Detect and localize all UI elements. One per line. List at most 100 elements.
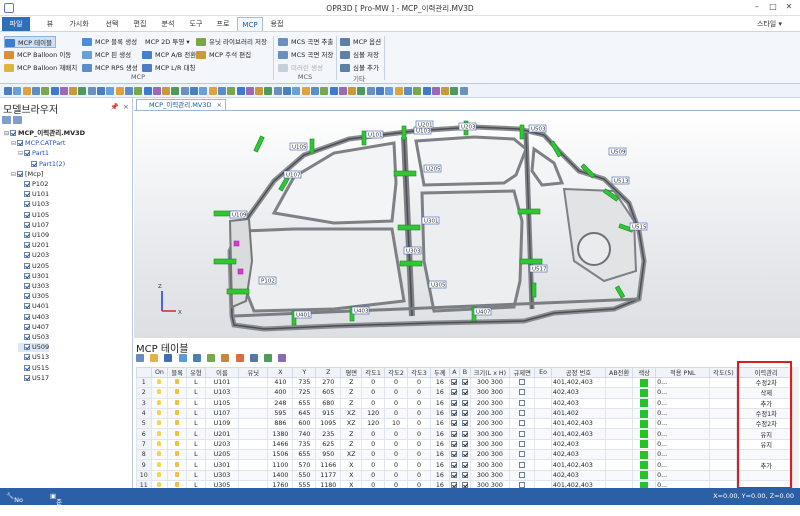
view-tool-icon[interactable] <box>115 87 124 95</box>
table-cell[interactable]: U303 <box>204 469 240 481</box>
tree-node[interactable]: U301 <box>18 272 49 281</box>
block-cell[interactable] <box>167 438 188 451</box>
table-cell[interactable]: 735 <box>292 376 317 389</box>
row-number[interactable]: 6 <box>136 428 152 440</box>
lock-icon[interactable] <box>175 451 180 457</box>
view-tool-icon[interactable] <box>143 87 152 95</box>
mcp-block[interactable] <box>401 125 407 141</box>
tree-node[interactable]: ⊟ MCP.CATPart <box>11 139 65 148</box>
table-cell[interactable]: 645 <box>292 407 317 420</box>
visibility-checkbox[interactable] <box>24 374 30 381</box>
process-number[interactable]: 402,403 <box>550 387 607 399</box>
b-checkbox[interactable] <box>461 389 468 396</box>
regulation-checkbox[interactable] <box>519 399 526 406</box>
table-cell[interactable] <box>534 407 552 420</box>
settings-icon[interactable] <box>278 354 287 362</box>
b-checkbox-cell[interactable] <box>459 418 471 430</box>
b-checkbox[interactable] <box>461 379 468 386</box>
table-cell[interactable]: 950 <box>315 449 342 461</box>
mcp-block[interactable] <box>519 124 525 140</box>
mcp-table[interactable]: On 블록 유형 이름 유닛 X Y Z 평면 각도1 각도2 각도3 두께 A B 크기(L x H) 규제면… <box>136 367 796 492</box>
table-cell[interactable]: 400 <box>267 387 294 399</box>
a-checkbox-cell[interactable] <box>448 387 461 399</box>
visibility-checkbox[interactable] <box>24 211 30 218</box>
row-number[interactable]: 5 <box>136 418 152 430</box>
table-cell[interactable]: U105 <box>204 397 240 409</box>
lock-icon[interactable] <box>175 471 180 477</box>
view-tool-icon[interactable] <box>69 87 78 95</box>
tree-node[interactable]: U107 <box>18 221 49 230</box>
b-checkbox-cell[interactable] <box>459 438 471 451</box>
view-tool-icon[interactable] <box>162 87 171 95</box>
table-cell[interactable]: Z <box>340 428 363 440</box>
table-cell[interactable]: 0 <box>384 397 409 409</box>
table-row[interactable]: 9 L U301 1100 570 1166 X 0 0 0 16 300 300 401,402,40… <box>136 459 796 471</box>
table-cell[interactable]: X <box>340 469 363 481</box>
table-cell[interactable]: 915 <box>315 407 342 420</box>
table-cell[interactable]: 0 <box>361 387 386 399</box>
row-number[interactable]: 3 <box>136 397 152 409</box>
view-tool-icon[interactable] <box>283 87 291 95</box>
column-header[interactable]: 두께 <box>429 367 450 378</box>
on-cell[interactable] <box>150 428 169 440</box>
b-checkbox[interactable] <box>461 420 468 427</box>
mcp-balloon-move-button[interactable]: MCP Balloon 이동 <box>4 49 71 61</box>
a-checkbox-cell[interactable] <box>448 459 461 471</box>
b-checkbox-cell[interactable] <box>459 397 471 409</box>
regulation-cell[interactable] <box>509 387 536 399</box>
color-cell[interactable] <box>632 428 657 440</box>
view-tool-icon[interactable] <box>422 87 431 95</box>
b-checkbox-cell[interactable] <box>459 376 471 389</box>
table-cell[interactable]: XZ <box>340 418 363 430</box>
table-cell[interactable] <box>534 469 552 481</box>
regulation-cell[interactable] <box>509 418 536 430</box>
color-cell[interactable] <box>632 418 657 430</box>
pnl-cell[interactable]: 0... <box>655 418 711 430</box>
table-cell[interactable]: L <box>186 397 206 409</box>
a-checkbox-cell[interactable] <box>448 397 461 409</box>
tree-node[interactable]: U503 <box>18 333 49 342</box>
view-tool-icon[interactable] <box>245 87 254 95</box>
table-cell[interactable] <box>709 428 738 440</box>
on-cell[interactable] <box>150 407 169 420</box>
mcp-pin[interactable] <box>237 268 244 275</box>
view-tool-icon[interactable] <box>431 87 440 95</box>
column-header[interactable]: 유형 <box>186 367 206 378</box>
tab-mcp[interactable]: MCP <box>237 17 263 31</box>
table-cell[interactable]: U203 <box>204 438 240 451</box>
tab-analysis[interactable]: 분석 <box>156 17 180 31</box>
a-checkbox[interactable] <box>451 420 458 427</box>
tab-tools[interactable]: 도구 <box>184 17 208 31</box>
table-cell[interactable]: U109 <box>204 418 240 430</box>
view-tool-icon[interactable] <box>4 87 12 95</box>
table-cell[interactable]: 16 <box>429 407 450 420</box>
table-cell[interactable]: 0 <box>361 459 386 471</box>
view-tool-icon[interactable] <box>292 87 301 95</box>
table-cell[interactable] <box>534 459 552 471</box>
table-cell[interactable]: 16 <box>429 376 450 389</box>
lock-icon[interactable] <box>175 430 180 436</box>
table-cell[interactable] <box>709 376 738 389</box>
view-tool-icon[interactable] <box>320 87 329 95</box>
table-cell[interactable]: 886 <box>267 418 294 430</box>
size-cell[interactable]: 300 300 <box>469 469 511 481</box>
row-number[interactable]: 1 <box>136 376 152 389</box>
minimize-button[interactable]: – <box>750 2 764 13</box>
table-cell[interactable]: 0 <box>384 407 409 420</box>
table-scrollbar[interactable] <box>792 367 799 488</box>
color-swatch[interactable] <box>639 409 648 418</box>
table-cell[interactable]: 0 <box>407 449 431 461</box>
visibility-checkbox[interactable] <box>24 201 30 208</box>
table-cell[interactable]: 16 <box>429 449 450 461</box>
a-checkbox-cell[interactable] <box>448 438 461 451</box>
view-tool-icon[interactable] <box>31 87 40 95</box>
column-header[interactable]: 크기(L x H) <box>469 367 511 378</box>
symbol-save-button[interactable]: 심볼 저장 <box>340 49 379 61</box>
color-swatch[interactable] <box>639 399 648 408</box>
a-checkbox-cell[interactable] <box>448 449 461 461</box>
regulation-checkbox[interactable] <box>519 440 526 447</box>
visibility-checkbox[interactable] <box>24 354 30 361</box>
view-tool-icon[interactable] <box>376 87 384 95</box>
lock-icon[interactable] <box>175 399 180 405</box>
3d-viewport[interactable]: U101 U103 U105 U107 U109 U201 U203 U205 U301 U303… <box>134 110 800 338</box>
